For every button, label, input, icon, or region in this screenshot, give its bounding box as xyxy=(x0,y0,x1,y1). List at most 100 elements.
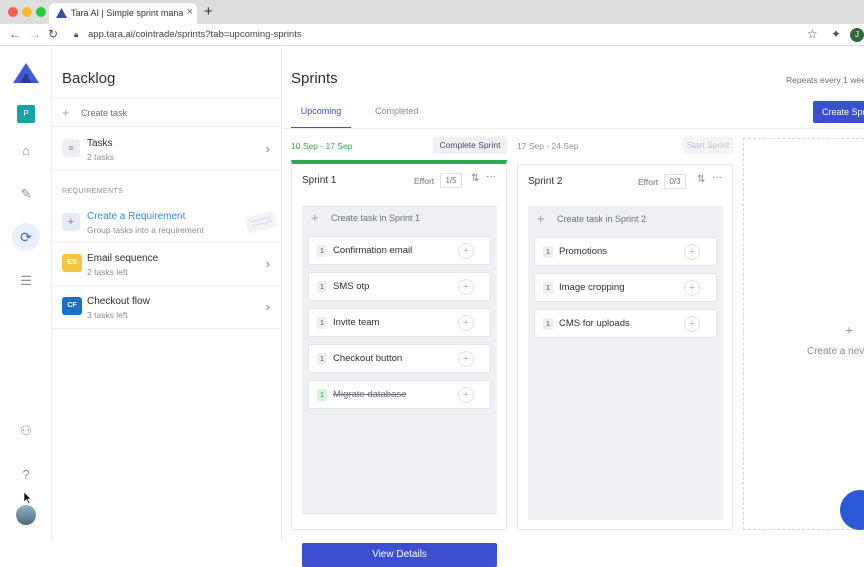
add-icon[interactable]: + xyxy=(684,316,700,332)
new-sprint-placeholder[interactable]: + Create a nev xyxy=(743,138,864,530)
plus-icon: + xyxy=(62,105,70,120)
extensions-icon[interactable]: ✦ xyxy=(831,27,841,41)
browser-tab[interactable]: Tara AI | Simple sprint manage × xyxy=(49,3,197,24)
add-icon[interactable]: + xyxy=(684,244,700,260)
maximize-window-icon[interactable] xyxy=(36,7,46,17)
tasks-list-icon: ≡ xyxy=(62,139,80,157)
task-label: Invite team xyxy=(333,317,380,328)
tab-completed[interactable]: Completed xyxy=(375,106,419,116)
task-points: 1 xyxy=(543,318,553,330)
task-card[interactable]: 1 CMS for uploads + xyxy=(534,309,717,338)
plus-icon: + xyxy=(537,211,545,226)
sprint1-create-task-label: Create task in Sprint 1 xyxy=(331,213,421,223)
requirement-badge: ES xyxy=(62,254,82,272)
add-icon[interactable]: + xyxy=(458,243,474,259)
sprint1-dates: 10 Sep - 17 Sep xyxy=(291,141,353,151)
create-requirement-title: Create a Requirement xyxy=(87,211,186,222)
add-icon[interactable]: + xyxy=(458,315,474,331)
add-icon[interactable]: + xyxy=(458,279,474,295)
requirement-badge: CF xyxy=(62,297,82,315)
complete-sprint-button[interactable]: Complete Sprint xyxy=(433,137,507,154)
tasks-row[interactable]: ≡ Tasks 2 tasks › xyxy=(52,127,282,171)
add-icon[interactable]: + xyxy=(458,387,474,403)
sort-icon[interactable]: ⇅ xyxy=(697,174,705,185)
sprint2-task-area: + Create task in Sprint 2 1 Promotions +… xyxy=(528,206,723,520)
task-points: 1 xyxy=(543,246,553,258)
url-field[interactable]: 🔒︎ app.tara.ai/cointrade/sprints?tab=upc… xyxy=(68,27,828,43)
tab-title: Tara AI | Simple sprint manage xyxy=(71,8,183,18)
task-points: 1 xyxy=(317,245,327,257)
back-icon[interactable]: ← xyxy=(9,27,21,41)
tab-upcoming[interactable]: Upcoming xyxy=(291,105,351,129)
minimize-window-icon[interactable] xyxy=(22,7,32,17)
requirement-item[interactable]: ES Email sequence 2 tasks left › xyxy=(52,243,282,286)
sort-icon[interactable]: ⇅ xyxy=(471,173,479,184)
forward-icon[interactable]: → xyxy=(29,27,41,41)
task-card[interactable]: 1 Promotions + xyxy=(534,237,717,266)
task-points: 1 xyxy=(317,317,327,329)
create-task-row[interactable]: + Create task xyxy=(52,98,282,127)
chevron-right-icon: › xyxy=(265,256,270,271)
sprint2-create-task[interactable]: + Create task in Sprint 2 xyxy=(528,206,723,234)
sprint1-column: Sprint 1 Effort 1/5 ⇅ ··· + Create task … xyxy=(291,160,507,567)
help-icon[interactable]: ? xyxy=(16,465,36,485)
tasks-title: Tasks xyxy=(87,138,113,149)
add-icon[interactable]: + xyxy=(458,351,474,367)
sprint2-dates: 17 Sep - 24 Sep xyxy=(517,141,579,151)
home-icon[interactable]: ⌂ xyxy=(16,141,36,161)
start-sprint-button[interactable]: Start Sprint xyxy=(683,137,733,154)
sprints-nav-icon[interactable]: ⟳ xyxy=(12,223,40,251)
requirement-sub: 3 tasks left xyxy=(87,310,128,320)
task-card[interactable]: 1 Checkout button + xyxy=(308,344,491,373)
backlog-title: Backlog xyxy=(62,70,116,87)
task-label: CMS for uploads xyxy=(559,318,630,329)
more-icon[interactable]: ··· xyxy=(486,171,496,182)
task-label: Migrate database xyxy=(333,389,407,400)
bookmark-star-icon[interactable]: ☆ xyxy=(807,27,818,41)
profile-avatar[interactable]: J xyxy=(850,28,864,42)
add-user-icon[interactable]: ⚇ xyxy=(16,421,36,441)
mouse-cursor-icon xyxy=(24,492,32,504)
roadmap-icon[interactable]: ☰ xyxy=(16,271,36,291)
tasks-count: 2 tasks xyxy=(87,152,114,162)
create-requirement-row[interactable]: + Create a Requirement Group tasks into … xyxy=(52,202,282,243)
repeats-text: Repeats every 1 wee xyxy=(786,75,864,85)
effort-label: Effort xyxy=(414,176,435,186)
task-label: Promotions xyxy=(559,246,608,257)
task-card[interactable]: 1 Image cropping + xyxy=(534,273,717,302)
task-card[interactable]: 1 Invite team + xyxy=(308,308,491,337)
effort-label: Effort xyxy=(638,177,659,187)
sprint2-name: Sprint 2 xyxy=(528,176,563,187)
requirement-item[interactable]: CF Checkout flow 3 tasks left › xyxy=(52,286,282,329)
sprint1-task-area: + Create task in Sprint 1 1 Confirmation… xyxy=(302,205,497,515)
requirement-illustration-icon xyxy=(244,211,278,233)
url-text: app.tara.ai/cointrade/sprints?tab=upcomi… xyxy=(88,29,302,40)
close-tab-icon[interactable]: × xyxy=(187,6,193,18)
view-details-button[interactable]: View Details xyxy=(302,543,497,567)
tabs-divider xyxy=(283,128,864,129)
task-card[interactable]: 1 SMS otp + xyxy=(308,272,491,301)
requirement-sub: 2 tasks left xyxy=(87,267,128,277)
new-tab-icon[interactable]: + xyxy=(204,3,213,20)
icon-rail: P ⌂ ✎ ⟳ ☰ ⚇ ? xyxy=(0,47,52,540)
task-card-done[interactable]: 1 Migrate database + xyxy=(308,380,491,409)
effort-value: 1/5 xyxy=(440,173,462,188)
requirements-header: REQUIREMENTS xyxy=(62,188,124,195)
tara-logo-icon[interactable] xyxy=(13,63,39,83)
reload-icon[interactable]: ↻ xyxy=(48,27,58,41)
close-window-icon[interactable] xyxy=(8,7,18,17)
task-points: 1 xyxy=(317,281,327,293)
more-icon[interactable]: ··· xyxy=(712,172,722,183)
chevron-right-icon: › xyxy=(265,141,270,156)
task-label: Checkout button xyxy=(333,353,403,364)
create-task-label: Create task xyxy=(81,108,128,118)
edit-icon[interactable]: ✎ xyxy=(16,184,36,204)
sprint1-create-task[interactable]: + Create task in Sprint 1 xyxy=(302,205,497,233)
user-avatar[interactable] xyxy=(16,505,36,525)
workspace-badge[interactable]: P xyxy=(17,105,35,123)
add-icon[interactable]: + xyxy=(684,280,700,296)
task-card[interactable]: 1 Confirmation email + xyxy=(308,236,491,265)
create-sprint-button[interactable]: Create Spr xyxy=(813,101,864,123)
sprints-panel: Sprints Repeats every 1 wee Upcoming Com… xyxy=(283,47,864,567)
tara-favicon-icon xyxy=(56,8,67,18)
